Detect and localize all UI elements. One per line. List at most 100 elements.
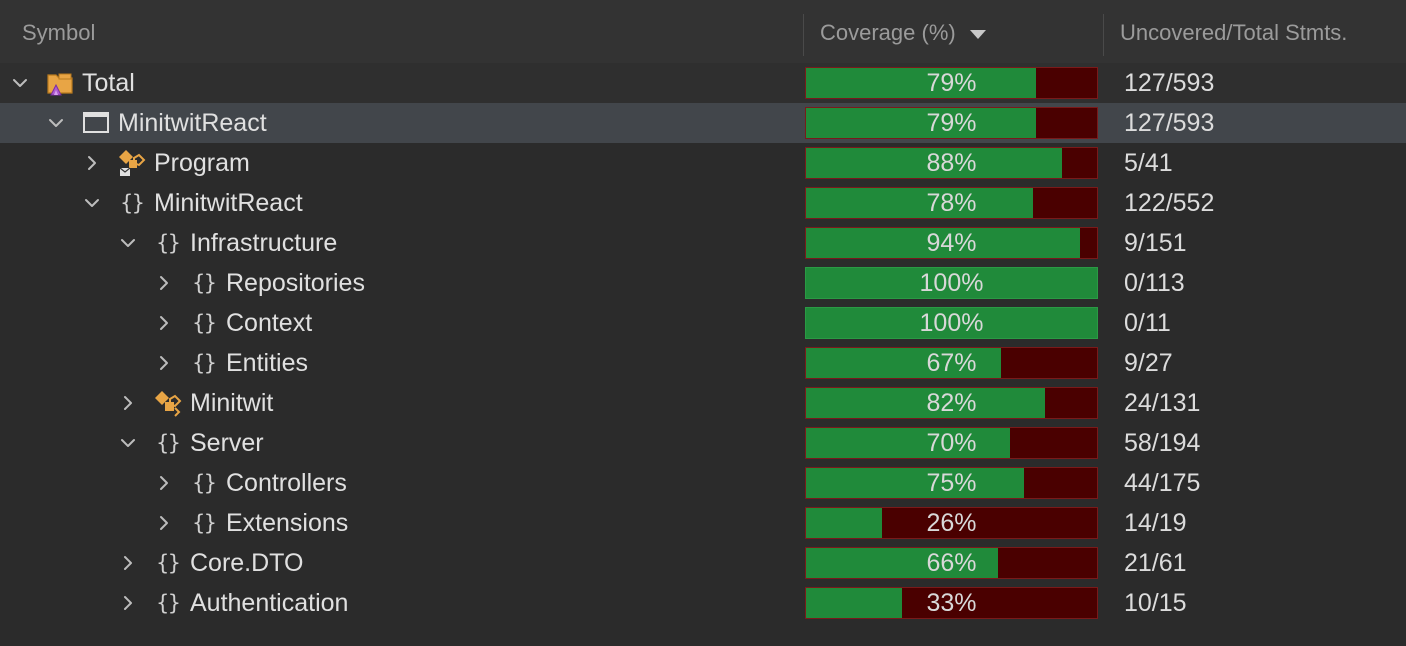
sort-descending-icon bbox=[969, 29, 986, 39]
tree-row-name: Authentication bbox=[190, 589, 349, 617]
coverage-bar: 94% bbox=[805, 227, 1098, 259]
namespace-icon: {} bbox=[192, 511, 216, 535]
chevron-down-icon[interactable] bbox=[116, 223, 140, 263]
tree-row[interactable]: {} Authentication 33% 10/15 bbox=[0, 583, 1406, 623]
project-window-icon bbox=[81, 108, 111, 138]
namespace-icon: {} bbox=[192, 351, 216, 375]
column-stmts[interactable]: Uncovered/Total Stmts. bbox=[1120, 0, 1347, 66]
coverage-percent: 100% bbox=[919, 308, 984, 337]
chevron-right-icon[interactable] bbox=[152, 463, 176, 503]
tree-row[interactable]: {} Context 100% 0/11 bbox=[0, 303, 1406, 343]
program-class-icon bbox=[117, 148, 147, 178]
coverage-bar: 33% bbox=[805, 587, 1098, 619]
coverage-bar: 70% bbox=[805, 427, 1098, 459]
column-divider[interactable] bbox=[803, 14, 804, 56]
tree-row-name: Context bbox=[226, 309, 313, 337]
namespace-icon: {} bbox=[120, 191, 144, 215]
uncovered-total-stmts: 10/15 bbox=[1124, 589, 1187, 617]
chevron-right-icon[interactable] bbox=[116, 383, 140, 423]
namespace-icon: {} bbox=[156, 591, 180, 615]
coverage-percent: 78% bbox=[926, 188, 977, 217]
tree-row[interactable]: {} Server 70% 58/194 bbox=[0, 423, 1406, 463]
uncovered-total-stmts: 122/552 bbox=[1124, 189, 1215, 217]
chevron-right-icon[interactable] bbox=[80, 143, 104, 183]
column-symbol[interactable]: Symbol bbox=[22, 0, 95, 66]
tree-row-name: Infrastructure bbox=[190, 229, 338, 257]
tree-row[interactable]: {} MinitwitReact 78% 122/552 bbox=[0, 183, 1406, 223]
tree-row[interactable]: Minitwit 82% 24/131 bbox=[0, 383, 1406, 423]
chevron-right-icon[interactable] bbox=[152, 263, 176, 303]
chevron-down-icon[interactable] bbox=[44, 103, 68, 143]
coverage-percent: 79% bbox=[926, 108, 977, 137]
tree-row[interactable]: MinitwitReact 79% 127/593 bbox=[0, 103, 1406, 143]
tree-row-name: Program bbox=[154, 149, 250, 177]
class-icon bbox=[153, 388, 183, 418]
coverage-bar: 66% bbox=[805, 547, 1098, 579]
column-divider[interactable] bbox=[1103, 14, 1104, 56]
coverage-bar: 26% bbox=[805, 507, 1098, 539]
chevron-right-icon[interactable] bbox=[152, 503, 176, 543]
solution-folder-icon bbox=[45, 68, 75, 98]
coverage-bar: 100% bbox=[805, 267, 1098, 299]
tree-row-name: Repositories bbox=[226, 269, 365, 297]
uncovered-total-stmts: 58/194 bbox=[1124, 429, 1201, 457]
coverage-percent: 82% bbox=[926, 388, 977, 417]
coverage-bar: 67% bbox=[805, 347, 1098, 379]
tree-row-name: MinitwitReact bbox=[154, 189, 303, 217]
coverage-bar: 100% bbox=[805, 307, 1098, 339]
tree-row[interactable]: {} Controllers 75% 44/175 bbox=[0, 463, 1406, 503]
coverage-percent: 75% bbox=[926, 468, 977, 497]
uncovered-total-stmts: 21/61 bbox=[1124, 549, 1187, 577]
tree-row-name: Controllers bbox=[226, 469, 347, 497]
tree-row-name: Core.DTO bbox=[190, 549, 304, 577]
uncovered-total-stmts: 14/19 bbox=[1124, 509, 1187, 537]
namespace-icon: {} bbox=[192, 311, 216, 335]
tree-row[interactable]: {} Extensions 26% 14/19 bbox=[0, 503, 1406, 543]
column-stmts-label: Uncovered/Total Stmts. bbox=[1120, 20, 1348, 45]
chevron-right-icon[interactable] bbox=[116, 583, 140, 623]
coverage-percent: 26% bbox=[926, 508, 977, 537]
coverage-bar: 79% bbox=[805, 67, 1098, 99]
coverage-percent: 88% bbox=[926, 148, 977, 177]
uncovered-total-stmts: 44/175 bbox=[1124, 469, 1201, 497]
chevron-down-icon[interactable] bbox=[80, 183, 104, 223]
tree-row[interactable]: {} Entities 67% 9/27 bbox=[0, 343, 1406, 383]
namespace-icon: {} bbox=[156, 551, 180, 575]
chevron-right-icon[interactable] bbox=[152, 303, 176, 343]
uncovered-total-stmts: 127/593 bbox=[1124, 109, 1215, 137]
chevron-right-icon[interactable] bbox=[116, 543, 140, 583]
coverage-percent: 67% bbox=[926, 348, 977, 377]
coverage-percent: 94% bbox=[926, 228, 977, 257]
coverage-percent: 70% bbox=[926, 428, 977, 457]
namespace-icon: {} bbox=[156, 231, 180, 255]
tree-row[interactable]: Program 88% 5/41 bbox=[0, 143, 1406, 183]
tree-row[interactable]: {} Repositories 100% 0/113 bbox=[0, 263, 1406, 303]
coverage-bar: 82% bbox=[805, 387, 1098, 419]
column-coverage-label: Coverage (%) bbox=[820, 20, 956, 45]
tree-row-name: Server bbox=[190, 429, 264, 457]
tree-row-name: Minitwit bbox=[190, 389, 274, 417]
tree-row-name: Total bbox=[82, 69, 135, 97]
chevron-right-icon[interactable] bbox=[152, 343, 176, 383]
coverage-percent: 79% bbox=[926, 68, 977, 97]
uncovered-total-stmts: 5/41 bbox=[1124, 149, 1173, 177]
uncovered-total-stmts: 9/27 bbox=[1124, 349, 1173, 377]
uncovered-total-stmts: 9/151 bbox=[1124, 229, 1187, 257]
coverage-percent: 66% bbox=[926, 548, 977, 577]
coverage-bar: 79% bbox=[805, 107, 1098, 139]
column-coverage[interactable]: Coverage (%) bbox=[820, 0, 986, 66]
tree-row-name: Entities bbox=[226, 349, 308, 377]
namespace-icon: {} bbox=[192, 471, 216, 495]
column-header: Symbol Coverage (%) Uncovered/Total Stmt… bbox=[0, 0, 1406, 66]
tree-row-name: MinitwitReact bbox=[118, 109, 267, 137]
uncovered-total-stmts: 0/113 bbox=[1124, 269, 1185, 297]
tree-row[interactable]: {} Infrastructure 94% 9/151 bbox=[0, 223, 1406, 263]
namespace-icon: {} bbox=[156, 431, 180, 455]
namespace-icon: {} bbox=[192, 271, 216, 295]
chevron-down-icon[interactable] bbox=[116, 423, 140, 463]
tree-row[interactable]: Total 79% 127/593 bbox=[0, 63, 1406, 103]
coverage-bar: 88% bbox=[805, 147, 1098, 179]
chevron-down-icon[interactable] bbox=[8, 63, 32, 103]
uncovered-total-stmts: 0/11 bbox=[1124, 309, 1171, 337]
tree-row[interactable]: {} Core.DTO 66% 21/61 bbox=[0, 543, 1406, 583]
